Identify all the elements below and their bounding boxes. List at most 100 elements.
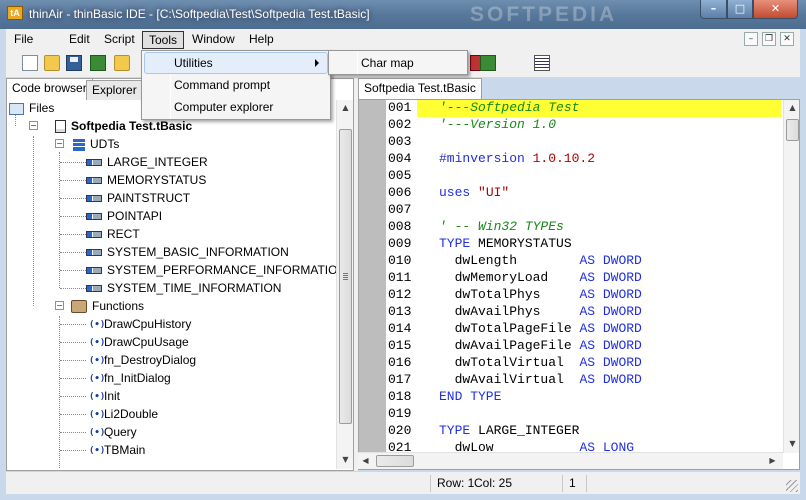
tree-label: SYSTEM_BASIC_INFORMATION xyxy=(107,245,289,259)
scroll-left-arrow[interactable]: ◀ xyxy=(358,453,373,469)
minimize-button[interactable]: – xyxy=(700,0,727,19)
tree-label: DrawCpuHistory xyxy=(104,317,192,331)
line-number: 005 xyxy=(388,168,412,183)
code-editor[interactable]: 001 002 003 004 005 006 007 008 009 010 011 012 013 0… xyxy=(358,99,800,470)
function-icon: (•) xyxy=(89,337,106,348)
code-token: TYPE xyxy=(439,423,479,438)
editor-vscrollbar[interactable]: ▲ ▼ xyxy=(783,100,799,453)
app-icon: tA xyxy=(7,6,23,20)
tree-udt-item[interactable]: MEMORYSTATUS xyxy=(86,171,206,189)
save-icon[interactable] xyxy=(66,55,82,71)
menu-help[interactable]: Help xyxy=(243,31,280,49)
tree-udt-item[interactable]: LARGE_INTEGER xyxy=(86,153,208,171)
menu-item-computer-explorer[interactable]: Computer explorer xyxy=(144,96,273,118)
tree-label: LARGE_INTEGER xyxy=(107,155,208,169)
tree-function-item[interactable]: (•)DrawCpuUsage xyxy=(89,333,189,351)
code-area[interactable]: '---Softpedia Test '---Version 1.0 #minver… xyxy=(417,100,781,469)
resize-grip[interactable] xyxy=(786,480,798,492)
maximize-button[interactable]: □ xyxy=(727,0,753,19)
tree-udt-item[interactable]: SYSTEM_PERFORMANCE_INFORMATION xyxy=(86,261,337,279)
tree-label: SYSTEM_TIME_INFORMATION xyxy=(107,281,282,295)
close-button[interactable]: ✕ xyxy=(753,0,798,19)
menu-item-char-map[interactable]: Char map xyxy=(331,52,414,74)
list-icon[interactable] xyxy=(534,55,550,71)
tree-function-item[interactable]: (•)fn_DestroyDialog xyxy=(89,351,196,369)
collapse-toggle[interactable]: − xyxy=(29,121,38,130)
code-token: dwLength xyxy=(439,253,580,268)
status-row: Row: 1 xyxy=(430,475,474,492)
tree-udt-item[interactable]: POINTAPI xyxy=(86,207,162,225)
menu-script[interactable]: Script xyxy=(98,31,141,49)
editor-hscroll-thumb[interactable] xyxy=(376,455,414,467)
tree-udt-item[interactable]: PAINTSTRUCT xyxy=(86,189,190,207)
tree-udt-item[interactable]: SYSTEM_TIME_INFORMATION xyxy=(86,279,281,297)
code-line: TYPE MEMORYSTATUS xyxy=(421,236,572,253)
menu-item-utilities[interactable]: Utilities xyxy=(144,52,328,74)
code-token: AS DWORD xyxy=(579,338,642,353)
tools-menu: Utilities Command prompt Computer explor… xyxy=(141,50,331,120)
mdi-close-button[interactable]: ✕ xyxy=(780,32,794,46)
collapse-toggle[interactable]: − xyxy=(55,139,64,148)
watermark: SOFTPEDIA xyxy=(470,3,618,26)
tree-functions[interactable]: Functions xyxy=(71,297,144,315)
struct-icon xyxy=(86,285,102,293)
collapse-toggle[interactable]: − xyxy=(55,301,64,310)
code-token: AS DWORD xyxy=(579,372,642,387)
tree-label: RECT xyxy=(107,227,140,241)
struct-icon xyxy=(86,177,102,185)
line-number: 017 xyxy=(388,372,412,387)
code-token: AS DWORD xyxy=(579,355,642,370)
tree-udt-item[interactable]: RECT xyxy=(86,225,140,243)
tree-function-item[interactable]: (•)DrawCpuHistory xyxy=(89,315,191,333)
open-folder-icon[interactable] xyxy=(44,55,60,71)
tab-editor-file[interactable]: Softpedia Test.tBasic xyxy=(358,78,482,100)
tree-scroll-thumb[interactable] xyxy=(339,129,352,424)
tree-label: TBMain xyxy=(104,443,146,457)
code-token: AS DWORD xyxy=(579,270,642,285)
scroll-right-arrow[interactable]: ▶ xyxy=(765,453,780,469)
line-number: 016 xyxy=(388,355,412,370)
code-line: dwAvailPageFile AS DWORD xyxy=(421,338,642,355)
save-all-icon[interactable] xyxy=(114,55,130,71)
scroll-down-arrow[interactable]: ▼ xyxy=(338,452,353,468)
mdi-minimize-button[interactable]: – xyxy=(744,32,758,46)
scroll-up-arrow[interactable]: ▲ xyxy=(338,100,353,116)
code-line: dwMemoryLoad AS DWORD xyxy=(421,270,642,287)
mdi-restore-button[interactable]: ❐ xyxy=(762,32,776,46)
run-icon[interactable] xyxy=(90,55,106,71)
editor-scroll-thumb[interactable] xyxy=(786,119,799,141)
tree-function-item[interactable]: (•)Init xyxy=(89,387,120,405)
tab-explorer[interactable]: Explorer xyxy=(86,80,143,101)
tree-label: MEMORYSTATUS xyxy=(107,173,207,187)
download-icon[interactable] xyxy=(480,55,496,71)
menu-item-command-prompt[interactable]: Command prompt xyxy=(144,74,270,96)
code-token: AS DWORD xyxy=(579,321,642,336)
menu-edit[interactable]: Edit xyxy=(63,31,96,49)
scroll-up-arrow[interactable]: ▲ xyxy=(785,100,799,116)
tree-udts[interactable]: UDTs xyxy=(73,135,119,153)
utilities-submenu: Char map xyxy=(328,50,468,75)
code-token: uses xyxy=(439,185,479,200)
tree-function-item[interactable]: (•)fn_InitDialog xyxy=(89,369,171,387)
code-line: #minversion 1.0.10.2 xyxy=(421,151,595,168)
tree-function-item[interactable]: (•)Query xyxy=(89,423,137,441)
menu-tools[interactable]: Tools xyxy=(142,31,185,49)
tree-udt-item[interactable]: SYSTEM_BASIC_INFORMATION xyxy=(86,243,289,261)
scroll-down-arrow[interactable]: ▼ xyxy=(785,436,799,452)
tree-function-item[interactable]: (•)Li2Double xyxy=(89,405,158,423)
tab-code-browser[interactable]: Code browser xyxy=(6,78,93,100)
line-number: 013 xyxy=(388,304,412,319)
tree-function-item[interactable]: (•)TBMain xyxy=(89,441,145,459)
code-line: uses "UI" xyxy=(421,185,509,202)
tree-files-root[interactable]: Files xyxy=(9,100,54,117)
new-file-icon[interactable] xyxy=(22,55,38,71)
editor-hscrollbar[interactable]: ◀ ▶ xyxy=(358,452,783,469)
tree-scrollbar[interactable]: ▲ ▼ xyxy=(336,100,353,469)
code-line: dwAvailVirtual AS DWORD xyxy=(421,372,642,389)
code-token: LARGE_INTEGER xyxy=(478,423,580,438)
menu-file[interactable]: File xyxy=(8,31,39,49)
code-token: dwTotalPhys xyxy=(439,287,580,302)
menu-window[interactable]: Window xyxy=(186,31,241,49)
tree-label: Li2Double xyxy=(104,407,159,421)
